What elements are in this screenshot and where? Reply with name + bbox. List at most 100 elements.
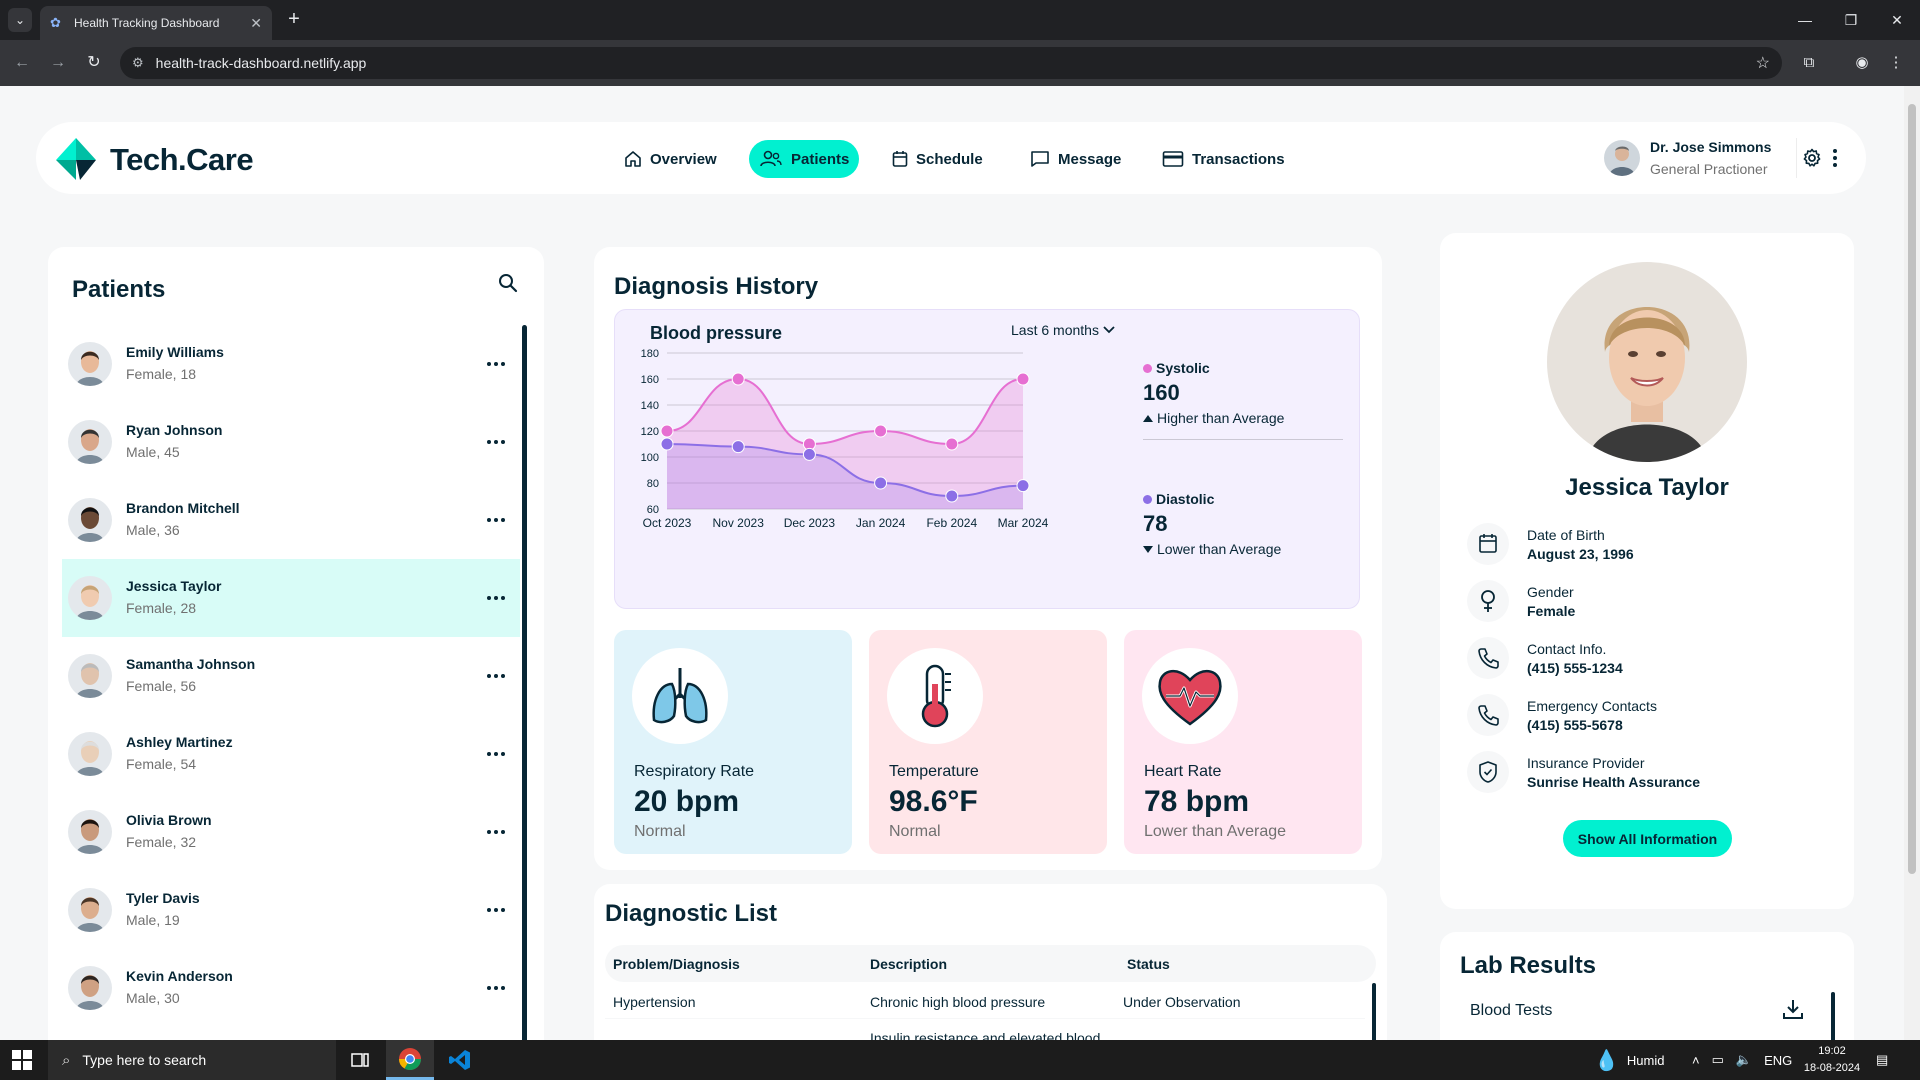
more-horizontal-icon[interactable] xyxy=(486,355,506,373)
forward-icon[interactable]: → xyxy=(46,51,70,75)
systolic-label: Systolic xyxy=(1156,360,1210,376)
minimize-icon[interactable]: — xyxy=(1782,0,1828,40)
patient-name: Olivia Brown xyxy=(126,812,212,828)
profile-icon[interactable]: ◉ xyxy=(1850,51,1874,75)
nav-schedule[interactable]: Schedule xyxy=(882,140,993,178)
page-scrollbar[interactable] xyxy=(1904,86,1920,1040)
more-vertical-icon[interactable] xyxy=(1832,148,1838,168)
table-row[interactable]: Insulin resistance and elevated blood xyxy=(605,1019,1365,1040)
more-horizontal-icon[interactable] xyxy=(486,823,506,841)
gender-value: Female xyxy=(1527,603,1576,619)
y-tick-label: 100 xyxy=(641,452,659,464)
close-window-icon[interactable]: ✕ xyxy=(1874,0,1920,40)
emergency-contact-label: Emergency Contacts xyxy=(1527,698,1657,714)
systolic-note: Higher than Average xyxy=(1157,410,1285,426)
back-icon[interactable]: ← xyxy=(10,51,34,75)
more-horizontal-icon[interactable] xyxy=(486,667,506,685)
language-indicator[interactable]: ENG xyxy=(1764,1053,1792,1068)
arrow-down-icon xyxy=(1143,545,1153,553)
more-horizontal-icon[interactable] xyxy=(486,979,506,997)
header-status: Status xyxy=(1127,956,1170,972)
patient-row[interactable]: Olivia Brown Female, 32 xyxy=(62,793,520,871)
taskbar-search-field[interactable]: ⌕ Type here to search xyxy=(48,1040,336,1080)
nav-message-label: Message xyxy=(1058,150,1122,168)
show-all-information-button[interactable]: Show All Information xyxy=(1563,820,1732,857)
patient-avatar xyxy=(68,576,112,620)
clock[interactable]: 19:02 18-08-2024 xyxy=(1800,1043,1864,1077)
volume-icon[interactable]: 🔈 xyxy=(1736,1052,1752,1068)
patient-row[interactable]: Brandon Mitchell Male, 36 xyxy=(62,481,520,559)
network-icon[interactable]: ▭ xyxy=(1712,1052,1724,1068)
phone-icon xyxy=(1467,637,1509,679)
dob-value: August 23, 1996 xyxy=(1527,546,1634,562)
search-icon: ⌕ xyxy=(62,1051,71,1069)
patient-avatar xyxy=(68,810,112,854)
tab-search-icon[interactable]: ⌄ xyxy=(8,8,32,32)
lab-results-scrollbar[interactable] xyxy=(1831,992,1835,1040)
site-info-icon[interactable]: ⚙ xyxy=(132,55,144,71)
more-horizontal-icon[interactable] xyxy=(486,745,506,763)
patient-name: Samantha Johnson xyxy=(126,656,256,672)
new-tab-icon[interactable]: + xyxy=(282,8,306,32)
more-horizontal-icon[interactable] xyxy=(486,589,506,607)
page-scroll-thumb[interactable] xyxy=(1908,104,1916,874)
chevron-up-icon[interactable]: ˄ xyxy=(1692,1053,1700,1068)
settings-icon[interactable] xyxy=(1802,148,1822,168)
patients-scrollbar[interactable] xyxy=(522,325,527,1040)
restore-icon[interactable]: ❐ xyxy=(1828,0,1874,40)
url-field[interactable]: ⚙ health-track-dashboard.netlify.app ☆ xyxy=(120,47,1782,79)
tab-close-icon[interactable]: ✕ xyxy=(250,15,262,32)
browser-tab[interactable]: ✿ Health Tracking Dashboard ✕ xyxy=(40,6,272,40)
url-text: health-track-dashboard.netlify.app xyxy=(155,55,367,71)
patient-row[interactable]: Ryan Johnson Male, 45 xyxy=(62,403,520,481)
patient-row[interactable]: Emily Williams Female, 18 xyxy=(62,325,520,403)
patient-avatar xyxy=(68,342,112,386)
bookmark-star-icon[interactable]: ☆ xyxy=(1756,53,1770,73)
data-point xyxy=(945,489,959,503)
diagnostic-scrollbar[interactable] xyxy=(1372,983,1376,1040)
search-icon[interactable] xyxy=(498,273,518,293)
notification-icon[interactable]: ▤ xyxy=(1876,1040,1888,1080)
system-tray: ˄ ▭ 🔈 ENG xyxy=(1692,1040,1792,1080)
doctor-avatar[interactable] xyxy=(1604,140,1640,176)
reload-icon[interactable]: ↻ xyxy=(82,51,106,75)
description-cell: Chronic high blood pressure xyxy=(870,994,1046,1010)
nav-transactions[interactable]: Transactions xyxy=(1152,140,1295,178)
weather-widget[interactable]: 💧 Humid xyxy=(1594,1040,1664,1080)
patient-row[interactable]: Ashley Martinez Female, 54 xyxy=(62,715,520,793)
arrow-up-icon xyxy=(1143,414,1153,422)
nav-message[interactable]: Message xyxy=(1020,140,1131,178)
patient-info: Female, 32 xyxy=(126,834,197,850)
heart-rate-value: 78 bpm xyxy=(1144,785,1250,818)
contact-field: Contact Info. (415) 555-1234 xyxy=(1467,637,1827,681)
y-tick-label: 80 xyxy=(647,478,659,490)
range-dropdown[interactable]: Last 6 months xyxy=(1011,322,1115,338)
task-view-icon[interactable] xyxy=(336,1040,384,1080)
table-row[interactable]: Hypertension Chronic high blood pressure… xyxy=(605,983,1365,1019)
patient-name: Tyler Davis xyxy=(126,890,200,906)
patient-row[interactable]: Tyler Davis Male, 19 xyxy=(62,871,520,949)
more-horizontal-icon[interactable] xyxy=(486,901,506,919)
nav-patients[interactable]: Patients xyxy=(749,140,860,178)
insurance-label: Insurance Provider xyxy=(1527,755,1645,771)
patient-row[interactable]: Kevin Anderson Male, 30 xyxy=(62,949,520,1027)
diagnostic-table-header: Problem/Diagnosis Description Status xyxy=(605,945,1376,982)
y-tick-label: 160 xyxy=(641,374,659,386)
chrome-taskbar-icon[interactable] xyxy=(386,1040,434,1080)
extensions-icon[interactable]: ⧉ xyxy=(1797,51,1821,75)
nav-overview[interactable]: Overview xyxy=(614,140,727,178)
more-horizontal-icon[interactable] xyxy=(486,433,506,451)
lab-result-item[interactable]: Blood Tests xyxy=(1460,992,1820,1028)
more-horizontal-icon[interactable] xyxy=(486,511,506,529)
patient-info: Male, 36 xyxy=(126,522,180,538)
browser-menu-icon[interactable]: ⋮ xyxy=(1884,51,1908,75)
chart-title: Blood pressure xyxy=(650,323,783,343)
x-tick-label: Oct 2023 xyxy=(643,516,692,530)
patient-row[interactable]: Jessica Taylor Female, 28 xyxy=(62,559,520,637)
vscode-taskbar-icon[interactable] xyxy=(436,1040,484,1080)
patient-avatar xyxy=(68,888,112,932)
windows-start-icon[interactable] xyxy=(12,1050,32,1070)
download-icon[interactable] xyxy=(1782,998,1804,1020)
patient-row[interactable]: Samantha Johnson Female, 56 xyxy=(62,637,520,715)
patient-avatar xyxy=(68,966,112,1010)
